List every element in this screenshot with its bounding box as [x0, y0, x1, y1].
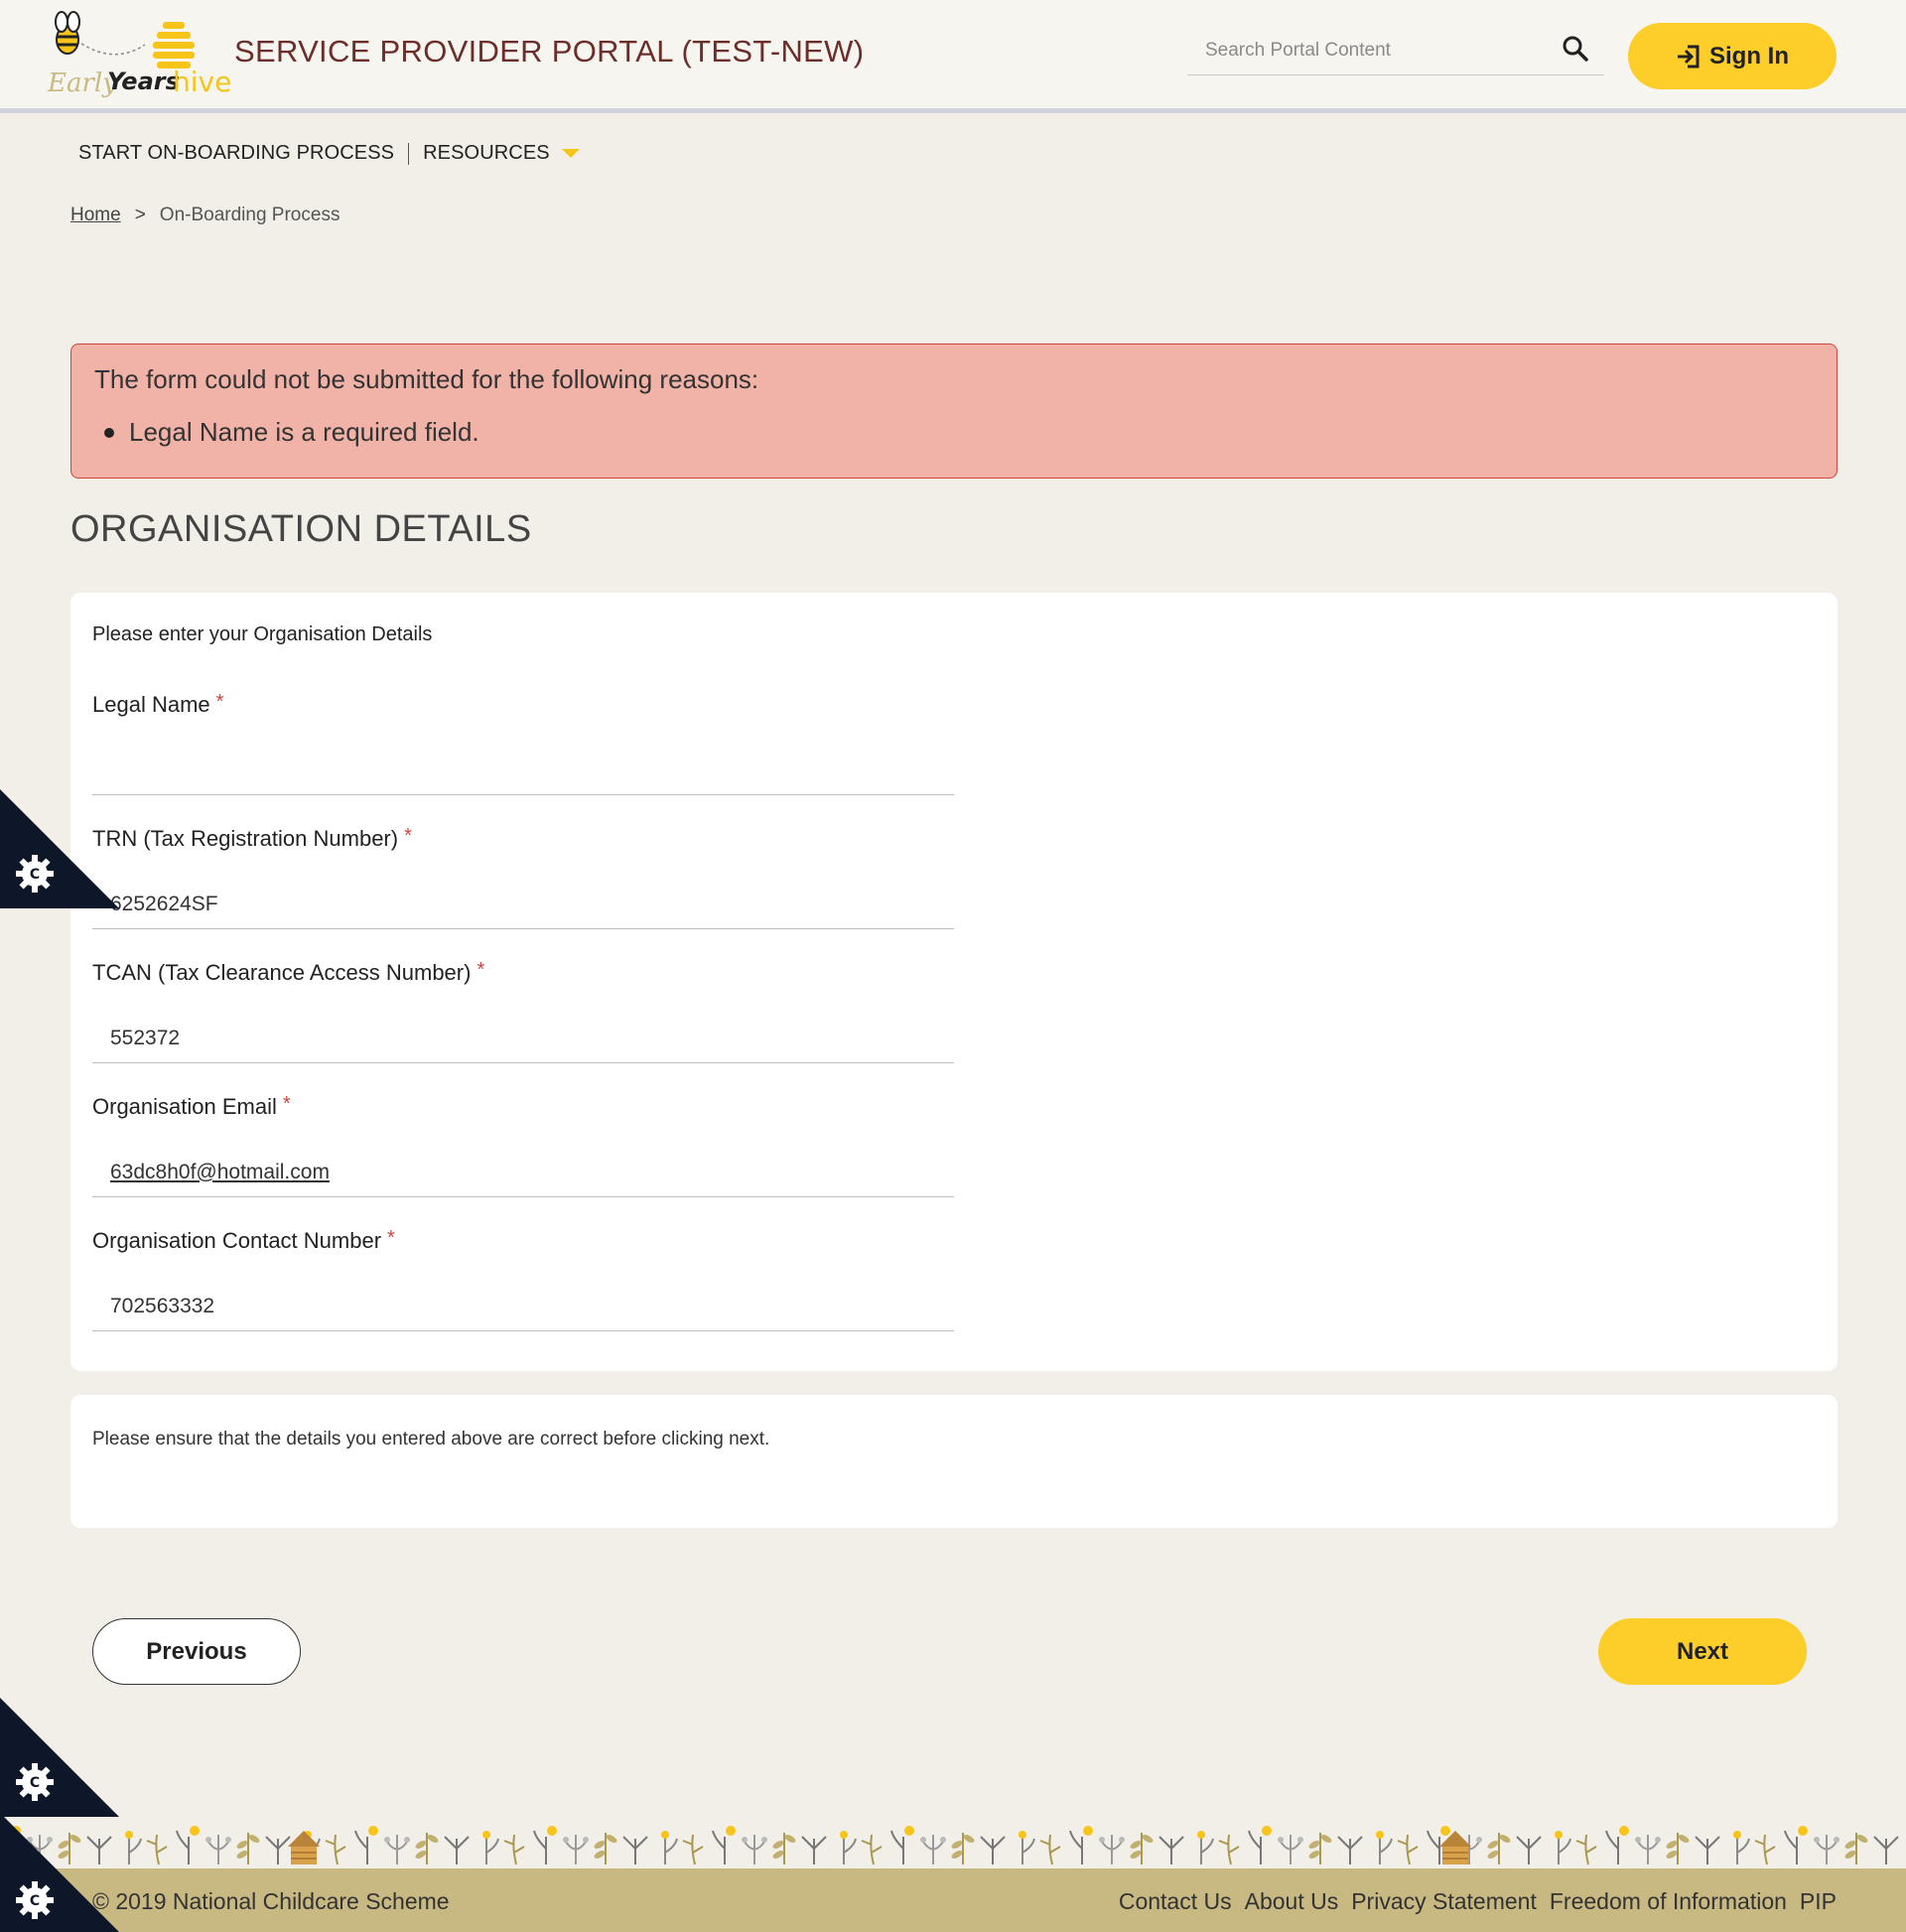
legal-name-label-text: Legal Name [92, 692, 210, 717]
nav-resources[interactable]: RESOURCES [423, 142, 580, 165]
trn-field: TRN (Tax Registration Number) * [92, 826, 954, 929]
organisation-contact-input[interactable] [92, 1282, 954, 1331]
form-intro: Please enter your Organisation Details [92, 623, 433, 645]
copyright: © 2019 National Childcare Scheme [92, 1888, 450, 1915]
search-box [1187, 30, 1604, 75]
svg-text:C: C [30, 1893, 40, 1909]
legal-name-label: Legal Name * [92, 692, 954, 718]
trn-label-text: TRN (Tax Registration Number) [92, 826, 399, 851]
error-title: The form could not be submitted for the … [94, 364, 759, 394]
gear-icon: C [16, 1881, 54, 1919]
footer-link-pip[interactable]: PIP [1800, 1888, 1837, 1915]
validation-error-box: The form could not be submitted for the … [70, 344, 1838, 479]
cookie-settings-badge[interactable]: C [0, 789, 119, 908]
breadcrumb: Home > On-Boarding Process [70, 205, 340, 226]
search-input[interactable] [1205, 36, 1543, 66]
footer-link-about[interactable]: About Us [1245, 1888, 1339, 1915]
organisation-email-label-text: Organisation Email [92, 1094, 277, 1119]
svg-text:C: C [30, 1775, 40, 1791]
copyright-text: 2019 National Childcare Scheme [115, 1888, 450, 1914]
section-title: ORGANISATION DETAILS [70, 508, 532, 550]
tcan-label: TCAN (Tax Clearance Access Number) * [92, 960, 954, 986]
footer-decoration [0, 1787, 1906, 1868]
footer-links: Contact Us About Us Privacy Statement Fr… [1119, 1888, 1837, 1915]
organisation-email-label: Organisation Email * [92, 1094, 954, 1120]
organisation-details-card: Please enter your Organisation Details L… [70, 593, 1838, 1371]
breadcrumb-home[interactable]: Home [70, 205, 121, 226]
cookie-settings-badge[interactable]: C [0, 1698, 119, 1817]
nav-start-onboarding[interactable]: START ON-BOARDING PROCESS [78, 142, 394, 165]
svg-text:hive: hive [173, 66, 231, 98]
next-button[interactable]: Next [1598, 1618, 1807, 1685]
tcan-input[interactable] [92, 1014, 954, 1063]
required-marker: * [387, 1227, 395, 1249]
notice-text: Please ensure that the details you enter… [92, 1429, 770, 1449]
search-icon[interactable] [1561, 34, 1590, 64]
footer-link-foi[interactable]: Freedom of Information [1550, 1888, 1787, 1915]
breadcrumb-separator: > [134, 205, 146, 225]
organisation-contact-field: Organisation Contact Number * [92, 1228, 954, 1331]
error-message: Legal Name is a required field. [129, 417, 479, 447]
required-marker: * [215, 691, 224, 713]
previous-button[interactable]: Previous [92, 1618, 301, 1685]
svg-text:Years: Years [107, 68, 180, 95]
legal-name-input[interactable] [92, 746, 954, 795]
trn-label: TRN (Tax Registration Number) * [92, 826, 954, 852]
organisation-contact-label: Organisation Contact Number * [92, 1228, 954, 1254]
sign-in-label: Sign In [1709, 42, 1789, 69]
sign-in-button[interactable]: Sign In [1628, 23, 1837, 89]
required-marker: * [476, 959, 485, 981]
nav-divider [408, 142, 410, 165]
early-years-hive-logo[interactable]: Early Years hive [46, 10, 234, 101]
bullet-icon [104, 427, 114, 438]
notice-card: Please ensure that the details you enter… [70, 1395, 1838, 1528]
footer-link-privacy[interactable]: Privacy Statement [1351, 1888, 1537, 1915]
legal-name-field: Legal Name * [92, 692, 954, 795]
gear-icon: C [16, 1763, 54, 1801]
organisation-email-field: Organisation Email * [92, 1094, 954, 1197]
nav-resources-label: RESOURCES [423, 142, 550, 164]
site-footer: © 2019 National Childcare Scheme Contact… [0, 1868, 1906, 1932]
main-nav: START ON-BOARDING PROCESS RESOURCES [78, 142, 580, 165]
site-header: Early Years hive SERVICE PROVIDER PORTAL… [0, 0, 1906, 113]
breadcrumb-current: On-Boarding Process [159, 205, 340, 225]
trn-input[interactable] [92, 880, 954, 929]
tcan-field: TCAN (Tax Clearance Access Number) * [92, 960, 954, 1063]
chevron-down-icon [561, 149, 580, 158]
sign-in-icon [1676, 44, 1702, 69]
svg-text:C: C [30, 867, 40, 883]
portal-title: SERVICE PROVIDER PORTAL (TEST-NEW) [234, 34, 865, 69]
organisation-contact-label-text: Organisation Contact Number [92, 1228, 382, 1253]
organisation-email-input[interactable] [92, 1148, 954, 1197]
gear-icon: C [16, 855, 54, 893]
tcan-label-text: TCAN (Tax Clearance Access Number) [92, 960, 472, 985]
footer-link-contact[interactable]: Contact Us [1119, 1888, 1232, 1915]
required-marker: * [404, 825, 412, 847]
error-item: Legal Name is a required field. [94, 417, 1814, 448]
cookie-settings-badge[interactable]: C [0, 1813, 119, 1932]
required-marker: * [282, 1093, 291, 1115]
